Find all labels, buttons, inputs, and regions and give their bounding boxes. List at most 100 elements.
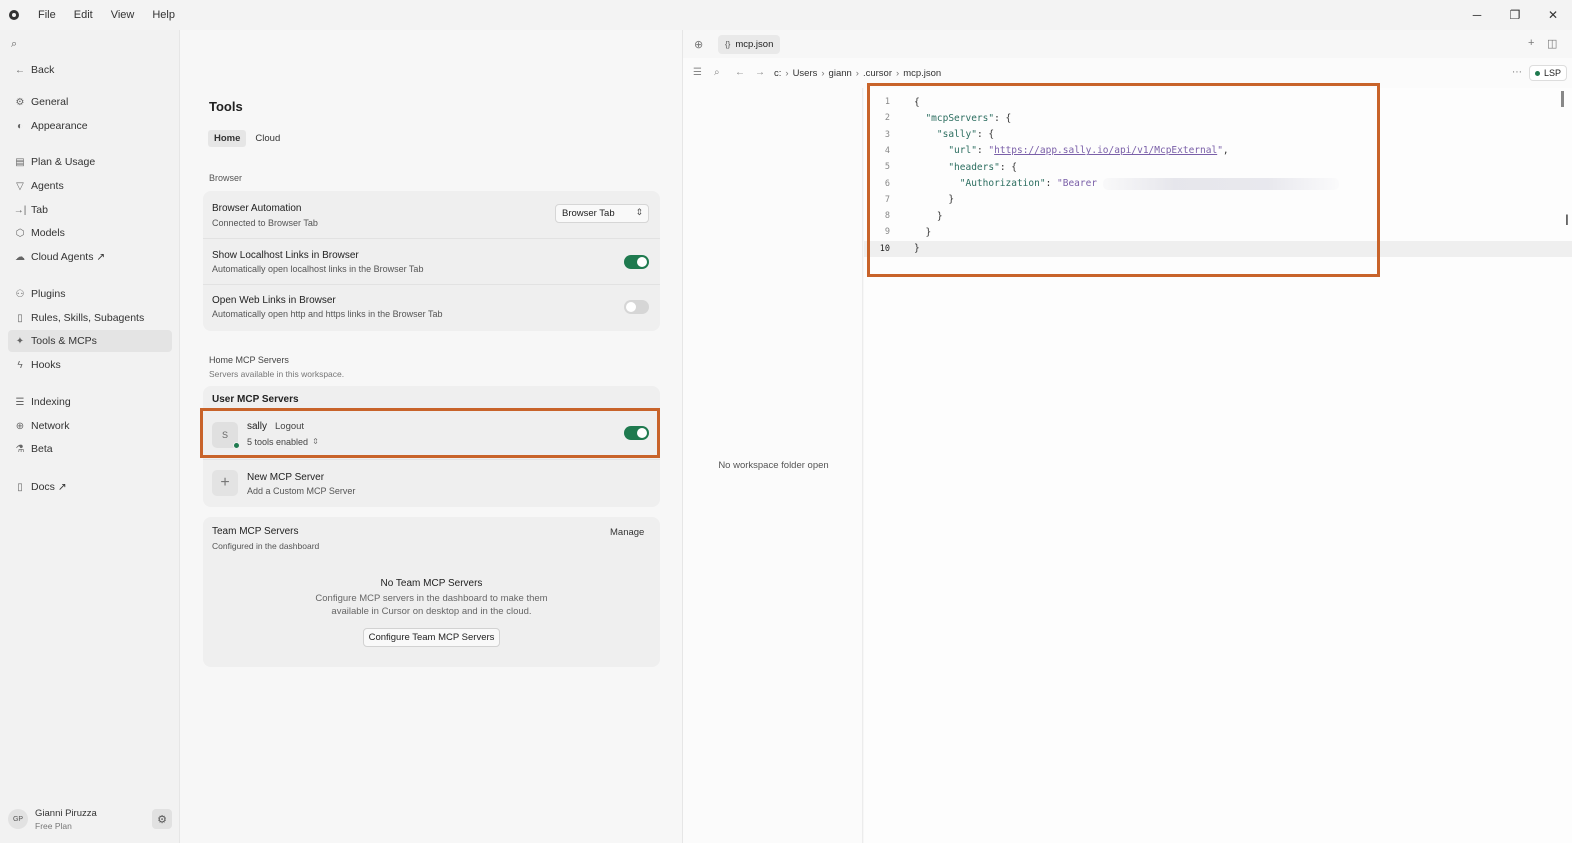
menu-file[interactable]: File: [29, 9, 65, 21]
more-icon[interactable]: ⋯: [1512, 67, 1522, 78]
avatar: GP: [8, 809, 28, 829]
plus-icon[interactable]: +: [1528, 37, 1534, 49]
sidebar-item-tab[interactable]: →| Tab: [8, 199, 172, 221]
sidebar-item-label: Cloud Agents ↗: [31, 251, 106, 263]
sidebar-item-label: Hooks: [31, 359, 61, 371]
sidebar-item-plan-usage[interactable]: ▤ Plan & Usage: [8, 151, 172, 173]
sidebar-item-agents[interactable]: ▽ Agents: [8, 175, 172, 197]
sidebar-item-label: Docs ↗: [31, 481, 67, 493]
sidebar-icon: ⬡: [15, 227, 25, 239]
sidebar-icon: ▯: [17, 481, 23, 493]
sidebar-item-label: Plan & Usage: [31, 156, 96, 168]
sidebar-icon: ▤: [15, 156, 25, 168]
editor-tab-bar: ⊕ {} mcp.json + ◫: [682, 30, 1572, 58]
settings-sidebar: ⌕ ← Back ⚙ General ◐ Appearance ▤ Plan & Usag…: [0, 30, 180, 843]
sidebar-icon: ϟ: [17, 359, 23, 371]
browser-automation-row: Browser Automation Connected to Browser …: [203, 191, 660, 238]
browser-tab-select[interactable]: Browser Tab ⇕: [555, 204, 649, 223]
toggle-knob: [637, 257, 647, 267]
breadcrumb-path: c: › Users › giann › .cursor › mcp.json: [774, 68, 941, 79]
tab-mcp-json[interactable]: {} mcp.json: [718, 35, 781, 54]
browser-section-label: Browser: [209, 173, 243, 183]
arrow-left-icon[interactable]: ←: [735, 67, 745, 78]
sidebar-item-label: Appearance: [31, 120, 88, 132]
sidebar-item-indexing[interactable]: ☰ Indexing: [8, 391, 172, 413]
close-button[interactable]: ✕: [1534, 0, 1572, 30]
menu-bar: File Edit View Help ─ ❐ ✕: [0, 0, 1572, 30]
web-links-toggle[interactable]: [624, 300, 649, 314]
no-folder-message: No workspace folder open: [718, 460, 829, 471]
breadcrumb-segment[interactable]: mcp.json: [903, 68, 941, 79]
sidebar-item-tools-mcps[interactable]: ✦ Tools & MCPs: [8, 330, 172, 352]
globe-icon[interactable]: ⊕: [694, 38, 703, 51]
arrow-right-icon[interactable]: →: [755, 67, 765, 78]
menu-help[interactable]: Help: [143, 9, 184, 21]
scrollbar[interactable]: [1561, 91, 1564, 107]
sidebar-item-docs[interactable]: ▯ Docs ↗: [8, 476, 172, 498]
status-dot-icon: [1535, 70, 1540, 76]
restore-button[interactable]: ❐: [1496, 0, 1534, 30]
localhost-links-row: Show Localhost Links in Browser Automati…: [203, 238, 660, 284]
menu-view[interactable]: View: [102, 9, 144, 21]
sidebar-item-rules-skills-subagents[interactable]: ▯ Rules, Skills, Subagents: [8, 307, 172, 329]
sidebar-icon: ▽: [16, 180, 24, 192]
divider: [203, 459, 660, 460]
arrow-left-icon: ←: [15, 64, 25, 76]
minimize-button[interactable]: ─: [1458, 0, 1496, 30]
sidebar-item-label: Tools & MCPs: [31, 335, 97, 347]
sidebar-icon: ✦: [15, 335, 25, 347]
configure-team-mcp-button[interactable]: Configure Team MCP Servers: [363, 628, 500, 647]
search-icon[interactable]: ⌕: [714, 67, 720, 78]
sidebar-icon: ◐: [16, 120, 24, 132]
sidebar-item-hooks[interactable]: ϟ Hooks: [8, 354, 172, 376]
back-button[interactable]: ← Back: [8, 59, 172, 81]
user-name: Gianni Piruzza: [35, 807, 97, 819]
gear-icon[interactable]: ⚙: [152, 809, 172, 829]
new-mcp-subtitle: Add a Custom MCP Server: [247, 486, 356, 496]
breadcrumb-segment[interactable]: Users: [793, 68, 818, 79]
manage-link[interactable]: Manage: [610, 527, 644, 538]
tab-cloud[interactable]: Cloud: [249, 130, 286, 147]
breadcrumb-segment[interactable]: c:: [774, 68, 781, 79]
tab-home[interactable]: Home: [208, 130, 247, 147]
explorer-panel: No workspace folder open: [682, 88, 863, 843]
sidebar-item-label: Agents: [31, 180, 64, 192]
sidebar-item-beta[interactable]: ⚗ Beta: [8, 438, 172, 460]
new-mcp-server-row[interactable]: + New MCP Server Add a Custom MCP Server: [203, 464, 660, 504]
empty-line-2: available in Cursor on desktop and in th…: [331, 606, 532, 617]
tab-label: mcp.json: [735, 39, 774, 50]
localhost-links-subtitle: Automatically open localhost links in th…: [212, 264, 424, 274]
sidebar-icon: →|: [13, 204, 27, 216]
sidebar-icon: ⚗: [15, 443, 25, 455]
split-panel-icon[interactable]: ◫: [1547, 37, 1557, 50]
highlight-box: [867, 83, 1380, 277]
sidebar-item-appearance[interactable]: ◐ Appearance: [8, 115, 172, 137]
text-cursor-icon: Ⅰ: [1564, 213, 1569, 229]
browser-automation-title: Browser Automation: [212, 203, 302, 214]
sidebar-item-label: Models: [31, 227, 65, 239]
lsp-label: LSP: [1544, 68, 1562, 78]
lsp-status-badge[interactable]: LSP: [1529, 65, 1568, 81]
breadcrumb-segment[interactable]: .cursor: [863, 68, 892, 79]
web-links-row: Open Web Links in Browser Automatically …: [203, 284, 660, 331]
sidebar-icon: ☁: [15, 251, 25, 263]
sidebar-item-label: Rules, Skills, Subagents: [31, 312, 145, 324]
sidebar-item-label: Tab: [31, 204, 48, 216]
sidebar-item-plugins[interactable]: ⚇ Plugins: [8, 283, 172, 305]
breadcrumb-segment[interactable]: giann: [829, 68, 852, 79]
sidebar-item-cloud-agents[interactable]: ☁ Cloud Agents ↗: [8, 246, 172, 268]
sidebar-item-label: General: [31, 96, 69, 108]
menu-edit[interactable]: Edit: [65, 9, 102, 21]
search-icon[interactable]: ⌕: [11, 38, 17, 51]
chevron-updown-icon: ⇕: [635, 207, 643, 217]
sidebar-item-network[interactable]: ⊕ Network: [8, 415, 172, 437]
list-icon[interactable]: ☰: [693, 67, 702, 78]
sidebar-item-general[interactable]: ⚙ General: [8, 91, 172, 113]
sidebar-item-models[interactable]: ⬡ Models: [8, 222, 172, 244]
settings-tabs: Home Cloud: [208, 130, 289, 147]
localhost-links-toggle[interactable]: [624, 255, 649, 269]
empty-title: No Team MCP Servers: [380, 578, 483, 589]
sidebar-icon: ☰: [15, 396, 25, 408]
empty-line-1: Configure MCP servers in the dashboard t…: [315, 593, 548, 604]
user-profile[interactable]: GP Gianni Piruzza Free Plan ⚙: [8, 804, 172, 834]
